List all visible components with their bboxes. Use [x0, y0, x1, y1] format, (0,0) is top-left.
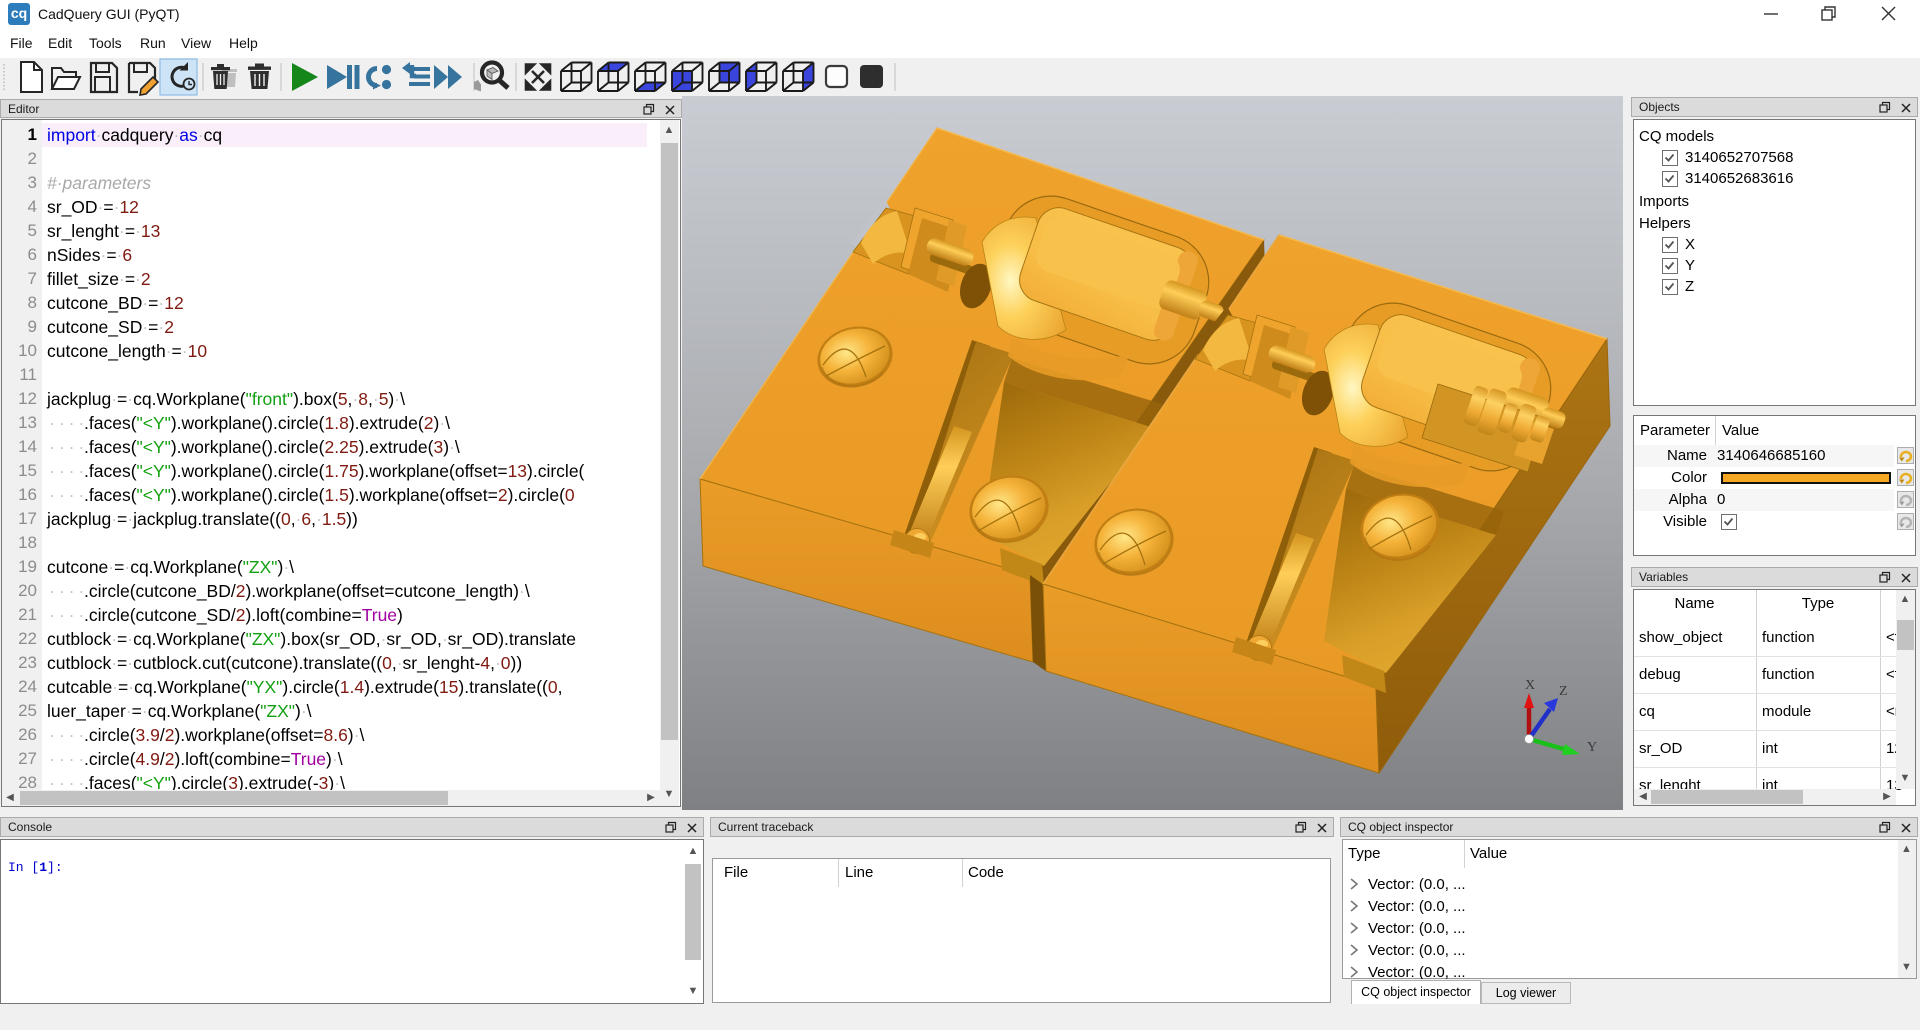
svg-text:Y: Y: [1587, 740, 1597, 755]
svg-text:X: X: [1525, 678, 1535, 693]
svg-text:Z: Z: [1559, 684, 1568, 699]
